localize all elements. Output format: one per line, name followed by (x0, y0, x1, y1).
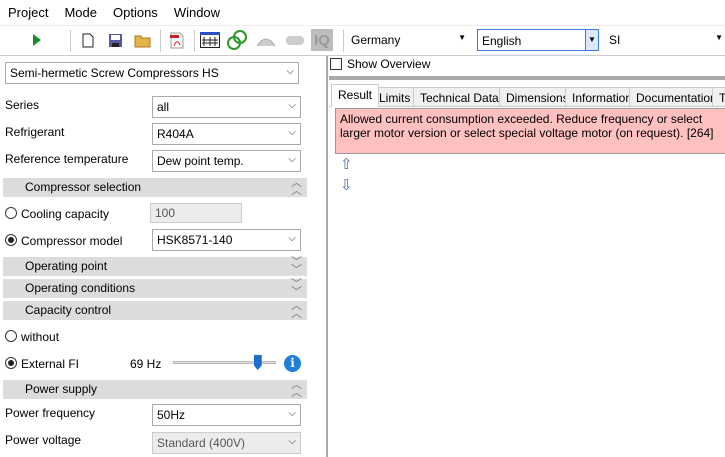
power-frequency-label: Power frequency (5, 406, 96, 420)
menu-options[interactable]: Options (105, 5, 166, 20)
series-label: Series (5, 98, 40, 112)
refrigerant-select[interactable]: R404A ⌵ (152, 123, 301, 145)
section-title: Operating conditions (25, 281, 136, 295)
external-fi-radio[interactable] (5, 357, 17, 369)
open-folder-icon[interactable] (132, 29, 154, 51)
arrow-up-icon[interactable]: ⇧ (340, 155, 353, 173)
menu-mode[interactable]: Mode (56, 5, 105, 20)
compressor-model-value: HSK8571-140 (157, 233, 233, 247)
splitter[interactable] (326, 56, 328, 457)
divider (0, 55, 725, 56)
cooling-capacity-label: Cooling capacity (21, 207, 110, 221)
tab-technical-data[interactable]: Technical Data (413, 87, 506, 107)
tab-information[interactable]: Information (565, 87, 640, 107)
menu-window[interactable]: Window (166, 5, 228, 20)
arrow-down-icon[interactable]: ⇩ (340, 176, 353, 194)
tab-more[interactable]: T (712, 87, 725, 107)
toolbar: IQ Germany ▼ English ▼ SI ▼ (0, 25, 725, 55)
compressor-icon (284, 29, 306, 51)
section-title: Compressor selection (25, 180, 142, 194)
iq-icon: IQ (311, 29, 333, 51)
chevron-down-icon: ⌵ (286, 66, 294, 77)
compressor-model-select[interactable]: HSK8571-140 ⌵ (152, 229, 301, 251)
new-file-icon[interactable] (77, 29, 99, 51)
frequency-slider[interactable] (173, 355, 276, 371)
section-title: Power supply (25, 382, 98, 396)
menu-bar: Project Mode Options Window (0, 0, 725, 24)
chevron-double-up-icon[interactable]: ︿ ︿ (291, 380, 302, 399)
show-overview-checkbox[interactable] (330, 58, 342, 70)
chevron-double-up-icon[interactable]: ︿ ︿ (291, 301, 302, 320)
power-frequency-select[interactable]: 50Hz ⌵ (152, 404, 301, 426)
slider-thumb[interactable] (253, 355, 262, 370)
chevron-down-icon: ▼ (458, 33, 466, 42)
chevron-down-icon: ⌵ (288, 233, 296, 244)
language-select[interactable]: English ▼ (477, 29, 599, 51)
without-radio[interactable] (5, 330, 17, 342)
section-capacity-control[interactable]: Capacity control ︿ ︿ (3, 301, 307, 320)
chevron-double-down-icon[interactable]: ﹀ ﹀ (291, 257, 302, 276)
refrigerant-value: R404A (157, 127, 194, 141)
chevron-down-icon: ▼ (585, 30, 598, 50)
cooling-capacity-value: 100 (155, 206, 176, 220)
chevron-down-icon: ⌵ (288, 436, 296, 447)
chevron-double-up-icon[interactable]: ︿ ︿ (291, 178, 302, 197)
section-title: Operating point (25, 259, 108, 273)
chevron-down-icon: ⌵ (288, 100, 296, 111)
country-value: Germany (351, 33, 401, 47)
product-value: Semi-hermetic Screw Compressors HS (10, 66, 219, 80)
save-icon[interactable] (104, 29, 126, 51)
power-voltage-value: Standard (400V) (157, 436, 246, 450)
chevron-double-down-icon[interactable]: ﹀ ﹀ (291, 279, 302, 298)
reference-temperature-select[interactable]: Dew point temp. ⌵ (152, 150, 301, 172)
product-select[interactable]: Semi-hermetic Screw Compressors HS ⌵ (5, 62, 299, 84)
refrigerant-icon[interactable] (226, 29, 248, 51)
chevron-down-icon: ▼ (715, 33, 723, 42)
tab-border (329, 106, 725, 107)
chevron-down-icon: ⌵ (288, 127, 296, 138)
chevron-down-icon: ⌵ (288, 408, 296, 419)
section-operating-conditions[interactable]: Operating conditions ﹀ ﹀ (3, 279, 307, 298)
section-compressor-selection[interactable]: Compressor selection ︿ ︿ (3, 178, 307, 197)
power-voltage-label: Power voltage (5, 433, 82, 447)
tab-documentation[interactable]: Documentation (629, 87, 724, 107)
country-select[interactable]: Germany ▼ (347, 29, 470, 51)
compressor-model-radio[interactable] (5, 234, 17, 246)
error-message: Allowed current consumption exceeded. Re… (335, 108, 725, 154)
section-power-supply[interactable]: Power supply ︿ ︿ (3, 380, 307, 399)
without-label: without (21, 330, 60, 344)
units-select[interactable]: SI ▼ (605, 29, 725, 51)
divider (329, 76, 725, 80)
table-icon[interactable] (199, 29, 221, 51)
compressor-model-label: Compressor model (21, 234, 123, 248)
units-value: SI (609, 33, 621, 47)
section-title: Capacity control (25, 303, 112, 317)
info-icon[interactable]: i (284, 355, 301, 372)
cooling-capacity-radio[interactable] (5, 207, 17, 219)
frequency-value: 69 Hz (130, 357, 162, 371)
show-overview-label: Show Overview (347, 57, 431, 71)
power-voltage-select[interactable]: Standard (400V) ⌵ (152, 432, 301, 454)
section-operating-point[interactable]: Operating point ﹀ ﹀ (3, 257, 307, 276)
pdf-icon[interactable] (166, 29, 188, 51)
diagram-icon (255, 29, 277, 51)
reference-temperature-label: Reference temperature (5, 152, 129, 166)
run-icon[interactable] (26, 29, 48, 51)
external-fi-label: External FI (21, 357, 80, 371)
power-frequency-value: 50Hz (157, 408, 186, 422)
cooling-capacity-input[interactable]: 100 (150, 203, 242, 223)
refrigerant-label: Refrigerant (5, 125, 65, 139)
language-value: English (482, 34, 522, 48)
reference-temperature-value: Dew point temp. (157, 154, 244, 168)
series-select[interactable]: all ⌵ (152, 96, 301, 118)
menu-project[interactable]: Project (0, 5, 56, 20)
chevron-down-icon: ⌵ (288, 154, 296, 165)
series-value: all (157, 100, 170, 114)
tab-result[interactable]: Result (331, 84, 380, 107)
